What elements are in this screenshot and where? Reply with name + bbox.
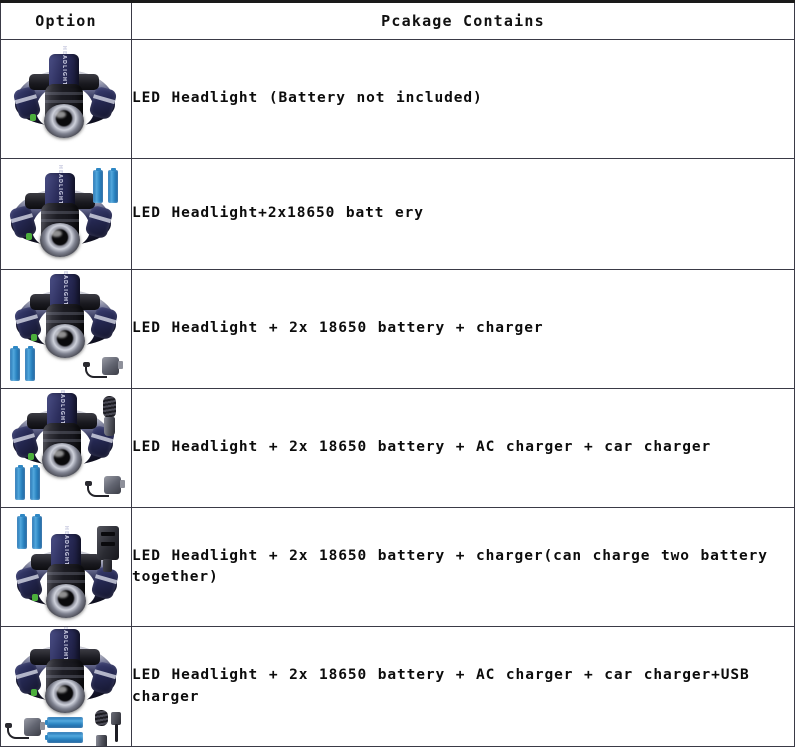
column-header-package: Pcakage Contains: [131, 0, 795, 40]
package-description-cell-3: LED Headlight + 2x 18650 battery + charg…: [131, 269, 795, 389]
package-options-table: Option Pcakage Contains HEADLIGHT LED He…: [0, 0, 795, 747]
headlamp-lens-bezel: [46, 584, 86, 618]
package-description-cell-5: LED Headlight + 2x 18650 battery + charg…: [131, 507, 795, 627]
headlamp-lens-bezel: [45, 679, 85, 713]
headlamp-brand-text: HEADLIGHT: [62, 627, 68, 662]
table-row[interactable]: HEADLIGHT LED Headlight + 2x 18650 batte…: [0, 507, 795, 627]
option-image-cell-2: HEADLIGHT: [0, 158, 132, 270]
column-header-option: Option: [0, 0, 132, 40]
product-photo-5: HEADLIGHT: [1, 508, 130, 626]
table-row[interactable]: HEADLIGHT LED Headlight + 2x 18650 batte…: [0, 388, 795, 508]
battery-18650: [45, 717, 83, 728]
battery-18650: [108, 168, 118, 203]
product-photo-2: HEADLIGHT: [1, 159, 130, 269]
headlamp-indicator-led: [28, 453, 34, 460]
battery-18650: [15, 465, 25, 500]
option-image-cell-6: HEADLIGHT: [0, 626, 132, 747]
headlamp-lens-bezel: [45, 324, 85, 358]
usb-charger-icon: [107, 712, 127, 742]
headlamp-brand-text: HEADLIGHT: [61, 45, 67, 87]
headlamp-brand-text: HEADLIGHT: [57, 164, 63, 206]
battery-18650: [25, 346, 35, 381]
headlamp-lens-bezel: [42, 443, 82, 477]
product-photo-3: HEADLIGHT: [1, 270, 130, 388]
headlamp-brand-text: HEADLIGHT: [63, 525, 69, 567]
option-image-cell-5: HEADLIGHT: [0, 507, 132, 627]
headlamp-icon: HEADLIGHT: [12, 46, 118, 138]
option-image-cell-3: HEADLIGHT: [0, 269, 132, 389]
option-image-cell-4: HEADLIGHT: [0, 388, 132, 508]
ac-charger-icon: [5, 715, 45, 741]
dual-battery-charger-icon: [95, 526, 121, 572]
headlamp-icon: HEADLIGHT: [13, 627, 119, 713]
headlamp-indicator-led: [32, 594, 38, 601]
ac-charger-icon: [85, 473, 125, 499]
product-photo-4: HEADLIGHT: [1, 389, 130, 507]
package-description-cell-6: LED Headlight + 2x 18650 battery + AC ch…: [131, 626, 795, 747]
table-header-row: Option Pcakage Contains: [0, 0, 795, 40]
ac-charger-icon: [83, 354, 123, 380]
battery-18650: [45, 732, 83, 743]
package-description-cell-4: LED Headlight + 2x 18650 battery + AC ch…: [131, 388, 795, 508]
headlamp-brand-text: HEADLIGHT: [62, 270, 68, 307]
headlamp-indicator-led: [30, 114, 36, 121]
headlamp-indicator-led: [31, 334, 37, 341]
battery-18650: [10, 346, 20, 381]
battery-18650: [30, 465, 40, 500]
car-charger-icon: [99, 396, 121, 436]
headlamp-lens-bezel: [44, 104, 84, 138]
product-photo-6: HEADLIGHT: [1, 627, 130, 746]
option-image-cell-1: HEADLIGHT: [0, 39, 132, 159]
package-description-cell-1: LED Headlight (Battery not included): [131, 39, 795, 159]
headlamp-brand-text: HEADLIGHT: [59, 389, 65, 426]
package-options-table-container: Option Pcakage Contains HEADLIGHT LED He…: [0, 0, 800, 747]
table-row[interactable]: HEADLIGHT LED Headlight+2x18650 batt ery: [0, 158, 795, 270]
table-row[interactable]: HEADLIGHT LED Headlight + 2x 18650 batte…: [0, 626, 795, 747]
headlamp-indicator-led: [31, 689, 37, 696]
package-description-cell-2: LED Headlight+2x18650 batt ery: [131, 158, 795, 270]
table-row[interactable]: HEADLIGHT LED Headlight (Battery not inc…: [0, 39, 795, 159]
table-row[interactable]: HEADLIGHT LED Headlight + 2x 18650 batte…: [0, 269, 795, 389]
product-photo-1: HEADLIGHT: [1, 40, 130, 158]
battery-18650: [93, 168, 103, 203]
headlamp-lens-bezel: [40, 223, 80, 257]
headlamp-indicator-led: [26, 233, 32, 240]
